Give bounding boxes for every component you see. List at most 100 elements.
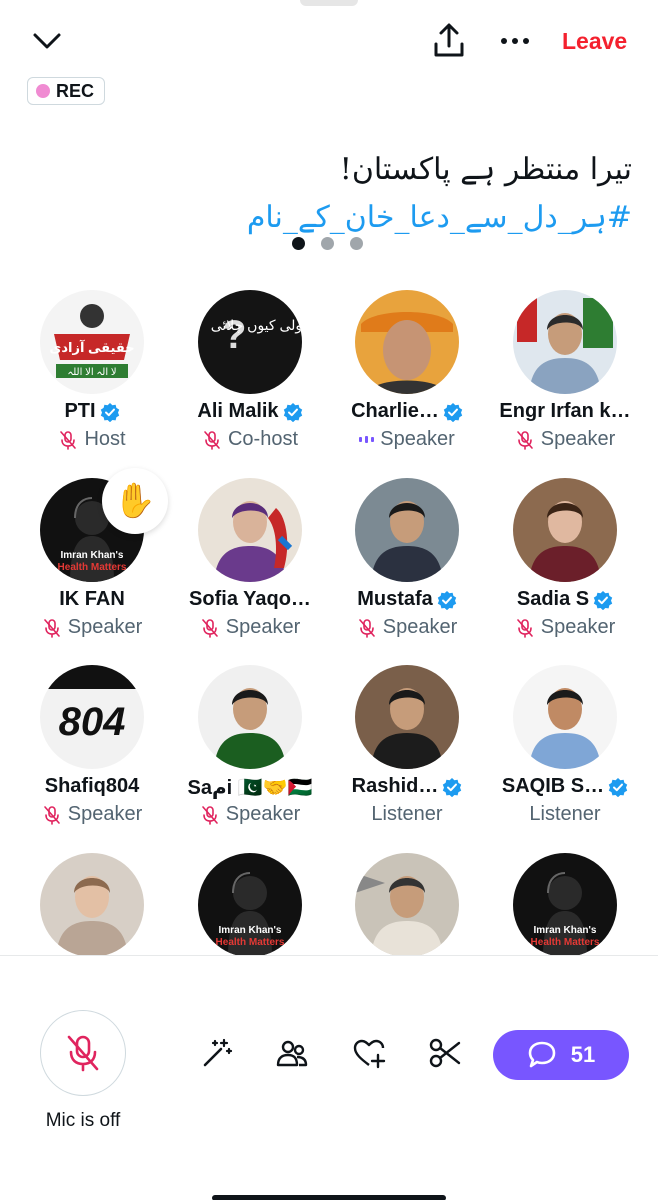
mic-off-icon (358, 618, 375, 638)
participant-role: Speaker (12, 616, 172, 639)
avatar[interactable] (355, 665, 459, 769)
participant-name: Ali Malik (166, 400, 334, 423)
participant-role: Host (12, 428, 172, 451)
space-title-hashtag[interactable]: #ہر_دل_سے_دعا_خان_کے_نام (247, 200, 632, 235)
top-bar: Leave (0, 14, 658, 68)
avatar[interactable] (355, 290, 459, 394)
page-dot[interactable] (350, 237, 363, 250)
verified-badge-icon (283, 402, 302, 422)
mic-off-icon (43, 805, 60, 825)
avatar[interactable] (198, 665, 302, 769)
participant-tile[interactable]: ? گولی کیوں چلائی Ali Malik Co-host (170, 290, 330, 470)
participant-tile[interactable]: Engr Irfan k… Speaker (485, 290, 645, 470)
verified-badge-icon (608, 777, 628, 797)
mic-off-icon (60, 430, 77, 450)
participant-name: SAQIB S… (481, 775, 649, 798)
participant-tile[interactable]: Rashid… Listener (327, 665, 487, 845)
ikfan-avatar-line2: Health Matters (58, 562, 127, 573)
home-indicator[interactable] (212, 1195, 446, 1200)
avatar[interactable]: Imran Khan's Health Matters (198, 853, 302, 957)
magic-wand-icon[interactable] (200, 1036, 234, 1070)
mic-off-icon (201, 805, 218, 825)
speaking-indicator-icon (359, 436, 375, 443)
mic-off-icon (204, 430, 220, 450)
avatar[interactable] (355, 478, 459, 582)
raised-hand-icon: ✋ (102, 468, 168, 534)
mic-status-label: Mic is off (45, 1110, 121, 1131)
verified-badge-icon (443, 402, 463, 422)
mic-off-icon (43, 618, 60, 638)
avatar[interactable] (355, 853, 459, 957)
svg-text:Health Matters: Health Matters (216, 937, 285, 948)
mic-off-icon (201, 618, 218, 638)
participant-name: IK FAN (59, 588, 125, 610)
participant-name: Charlie… (323, 400, 491, 423)
shafiq-avatar-number: 804 (59, 700, 126, 744)
sheet-grabber[interactable] (300, 0, 358, 6)
avatar[interactable] (198, 478, 302, 582)
svg-text:Imran Khan's: Imran Khan's (534, 925, 597, 936)
participant-tile[interactable]: Charlie… Speaker (327, 290, 487, 470)
recording-label: REC (56, 80, 95, 101)
participant-tile[interactable]: Saمi 🇵🇰🤝🇵🇸 Speaker (170, 665, 330, 845)
chevron-down-icon[interactable] (30, 26, 64, 56)
participant-name: Sadia S (481, 588, 649, 611)
participant-tile[interactable]: حقیقی آزادی لا الہ الا اللہ PTI Host (12, 290, 172, 470)
svg-text:Health Matters: Health Matters (531, 937, 600, 948)
space-title: تیرا منتظر ہے پاکستان! #ہر_دل_سے_دعا_خان… (32, 146, 632, 242)
mic-toggle-button[interactable] (40, 1010, 126, 1096)
mic-off-icon (67, 1035, 99, 1072)
space-title-text: تیرا منتظر ہے پاکستان! (339, 152, 632, 187)
participant-role: Listener (529, 803, 601, 825)
leave-button[interactable]: Leave (562, 28, 627, 55)
participant-tile[interactable]: Imran Khan's Health Matters ✋ IK FAN Speaker (12, 468, 172, 658)
participant-name: Rashid… (323, 775, 491, 798)
mic-off-icon (516, 430, 533, 450)
chat-button[interactable]: 51 (493, 1030, 629, 1080)
more-icon[interactable] (496, 24, 534, 58)
scissors-icon[interactable] (428, 1036, 462, 1070)
page-dot-active[interactable] (292, 237, 305, 250)
avatar[interactable] (513, 290, 617, 394)
avatar[interactable] (513, 665, 617, 769)
participant-name: Mustafa (323, 588, 491, 611)
heart-plus-icon[interactable] (352, 1036, 386, 1070)
avatar[interactable] (513, 478, 617, 582)
participant-role: Speaker (170, 616, 330, 639)
verified-badge-icon (593, 590, 613, 610)
bottom-bar: Mic is off 51 (0, 955, 658, 1200)
avatar[interactable]: ? گولی کیوں چلائی (198, 290, 302, 394)
participant-tile[interactable]: SAQIB S… Listener (485, 665, 645, 845)
avatar[interactable]: 804 (40, 665, 144, 769)
verified-badge-icon (443, 777, 462, 797)
participant-role: Co-host (170, 428, 330, 451)
participant-tile[interactable]: Mustafa Speaker (327, 478, 487, 658)
participant-role: Speaker (327, 616, 487, 639)
share-icon[interactable] (430, 22, 468, 60)
ikfan-avatar-line1: Imran Khan's (61, 550, 124, 561)
page-indicator[interactable] (292, 237, 363, 250)
avatar[interactable] (40, 853, 144, 957)
avatar[interactable]: حقیقی آزادی لا الہ الا اللہ (40, 290, 144, 394)
avatar[interactable]: Imran Khan's Health Matters (513, 853, 617, 957)
verified-badge-icon (437, 590, 456, 610)
people-icon[interactable] (275, 1036, 309, 1070)
participant-tile[interactable]: Sadia S Speaker (485, 478, 645, 658)
pti-avatar-band: لا الہ الا اللہ (67, 367, 116, 378)
participant-name: PTI (8, 400, 176, 423)
participant-name: Sofia Yaqo… (189, 588, 311, 610)
page-dot[interactable] (321, 237, 334, 250)
participant-tile[interactable]: 804 Shafiq804 Speaker (12, 665, 172, 845)
participant-name: Saمi 🇵🇰🤝🇵🇸 (187, 777, 313, 799)
chat-bubble-icon (528, 1041, 556, 1068)
mic-off-icon (516, 618, 533, 638)
pti-avatar-text: حقیقی آزادی (49, 339, 134, 355)
participant-tile[interactable]: Sofia Yaqo… Speaker (170, 478, 330, 658)
participant-role: Speaker (327, 428, 487, 451)
chat-count: 51 (570, 1042, 596, 1067)
recording-dot-icon (36, 84, 50, 98)
svg-text:Imran Khan's: Imran Khan's (219, 925, 282, 936)
participant-role: Speaker (485, 616, 645, 639)
participant-name: Shafiq804 (44, 775, 140, 797)
recording-badge: REC (27, 77, 106, 105)
